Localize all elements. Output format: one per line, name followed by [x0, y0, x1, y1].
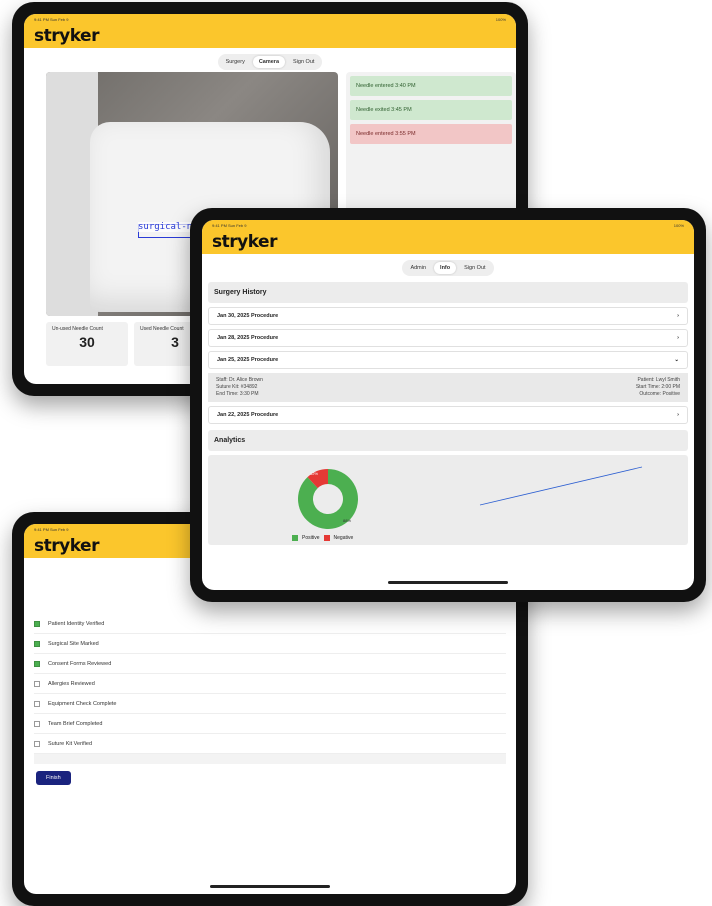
chevron-right-icon: › [677, 412, 679, 418]
procedure-label: Jan 25, 2025 Procedure [217, 357, 279, 363]
status-battery: 100% [673, 222, 684, 228]
checklist-item[interactable]: Suture Kit Verified [34, 734, 506, 754]
chevron-down-icon: ⌄ [674, 357, 679, 363]
checkbox-empty-icon[interactable] [34, 700, 40, 707]
procedure-detail-right: Patient: Lwyl Smith Start Time: 2:00 PM … [636, 377, 680, 398]
procedure-detail: Staff: Dr. Alice Brown Suture Kit: #3489… [208, 373, 688, 402]
detail-staff: Staff: Dr. Alice Brown [216, 377, 263, 383]
checklist-item-label: Suture Kit Verified [48, 740, 93, 747]
checkbox-empty-icon[interactable] [34, 740, 40, 747]
legend-negative-label: Negative [333, 535, 354, 541]
finish-button[interactable]: Finish [36, 771, 71, 785]
segmented-tabs: Admin Info Sign Out [402, 260, 494, 276]
tab-surgery[interactable]: Surgery [220, 56, 251, 68]
segmented-tabs: Surgery Camera Sign Out [217, 54, 323, 70]
status-time: 9:41 PM Sun Feb 9 [34, 526, 69, 532]
tab-sign-out[interactable]: Sign Out [458, 262, 491, 274]
procedure-row[interactable]: Jan 28, 2025 Procedure › [208, 329, 688, 347]
stryker-logo: stryker [212, 232, 277, 252]
checkbox-checked-icon[interactable] [34, 660, 40, 667]
checklist-item-label: Equipment Check Complete [48, 700, 117, 707]
stryker-logo: stryker [34, 26, 99, 46]
legend-positive-label: Positive [302, 535, 320, 541]
donut-positive-label: 88% [343, 518, 351, 523]
checkbox-checked-icon[interactable] [34, 640, 40, 647]
checkbox-checked-icon[interactable] [34, 620, 40, 627]
unused-needle-label: Un-used Needle Count [52, 326, 103, 332]
home-indicator[interactable] [210, 885, 330, 888]
app-header: stryker [202, 230, 694, 254]
analytics-header: Analytics [208, 430, 688, 451]
procedure-detail-left: Staff: Dr. Alice Brown Suture Kit: #3489… [216, 377, 263, 398]
checkbox-empty-icon[interactable] [34, 680, 40, 687]
status-time: 9:41 PM Sun Feb 9 [212, 222, 247, 228]
trend-line-chart [479, 466, 643, 506]
stryker-logo: stryker [34, 536, 99, 556]
donut-legend: Positive Negative [292, 535, 353, 541]
procedure-row[interactable]: Jan 22, 2025 Procedure › [208, 406, 688, 424]
checklist-item-label: Surgical Site Marked [48, 640, 99, 647]
status-bar: 9:41 PM Sun Feb 9 100% [202, 220, 694, 230]
checklist-item-label: Consent Forms Reviewed [48, 660, 112, 667]
detail-patient: Patient: Lwyl Smith [637, 377, 680, 383]
legend-swatch-positive [292, 535, 298, 541]
procedure-row[interactable]: Jan 30, 2025 Procedure › [208, 307, 688, 325]
procedure-label: Jan 30, 2025 Procedure [217, 313, 279, 319]
log-item: Needle entered 3:40 PM [350, 76, 512, 96]
tab-admin[interactable]: Admin [404, 262, 432, 274]
history-screen: 9:41 PM Sun Feb 9 100% stryker Admin Inf… [202, 220, 694, 590]
unused-needle-card: Un-used Needle Count 30 [46, 322, 128, 366]
checklist-item[interactable]: Patient Identity Verified [34, 614, 506, 634]
chevron-right-icon: › [677, 313, 679, 319]
tab-info[interactable]: Info [434, 262, 457, 274]
preop-checklist: Patient Identity Verified Surgical Site … [34, 614, 506, 754]
status-bar: 9:41 PM Sun Feb 9 100% [24, 14, 516, 24]
detail-outcome: Outcome: Positive [639, 391, 680, 397]
procedure-label: Jan 28, 2025 Procedure [217, 335, 279, 341]
procedure-row[interactable]: Jan 25, 2025 Procedure ⌄ [208, 351, 688, 369]
status-battery: 100% [495, 16, 506, 22]
surgery-history-header: Surgery History [208, 282, 688, 303]
home-indicator[interactable] [388, 581, 508, 584]
outcome-donut-chart: 12% 88% [298, 469, 358, 529]
checkbox-empty-icon[interactable] [34, 720, 40, 727]
checklist-item[interactable]: Surgical Site Marked [34, 634, 506, 654]
checklist-item-label: Allergies Reviewed [48, 680, 95, 687]
log-item: Needle entered 3:55 PM [350, 124, 512, 144]
checklist-item-label: Patient Identity Verified [48, 620, 105, 627]
status-time: 9:41 PM Sun Feb 9 [34, 16, 69, 22]
checklist-item[interactable]: Consent Forms Reviewed [34, 654, 506, 674]
donut-negative-label: 12% [310, 471, 318, 476]
checklist-item[interactable]: Team Brief Completed [34, 714, 506, 734]
detail-start-time: Start Time: 2:00 PM [635, 384, 680, 390]
trend-line [479, 466, 643, 506]
procedure-label: Jan 22, 2025 Procedure [217, 412, 279, 418]
ipad-history-device: 9:41 PM Sun Feb 9 100% stryker Admin Inf… [190, 208, 706, 602]
checklist-item[interactable]: Allergies Reviewed [34, 674, 506, 694]
tab-camera[interactable]: Camera [252, 56, 286, 68]
checklist-footer-strip [34, 754, 506, 764]
analytics-panel: 12% 88% Positive Negative [208, 455, 688, 545]
checklist-item[interactable]: Equipment Check Complete [34, 694, 506, 714]
detail-suture-kit: Suture Kit: #34892 [216, 384, 258, 390]
app-header: stryker [24, 24, 516, 48]
detail-end-time: End Time: 3:30 PM [216, 391, 259, 397]
chevron-right-icon: › [677, 335, 679, 341]
tab-sign-out[interactable]: Sign Out [287, 56, 320, 68]
checklist-item-label: Team Brief Completed [48, 720, 103, 727]
legend-swatch-negative [323, 535, 330, 541]
log-item: Needle exited 3:45 PM [350, 100, 512, 120]
unused-needle-value: 30 [79, 334, 95, 350]
